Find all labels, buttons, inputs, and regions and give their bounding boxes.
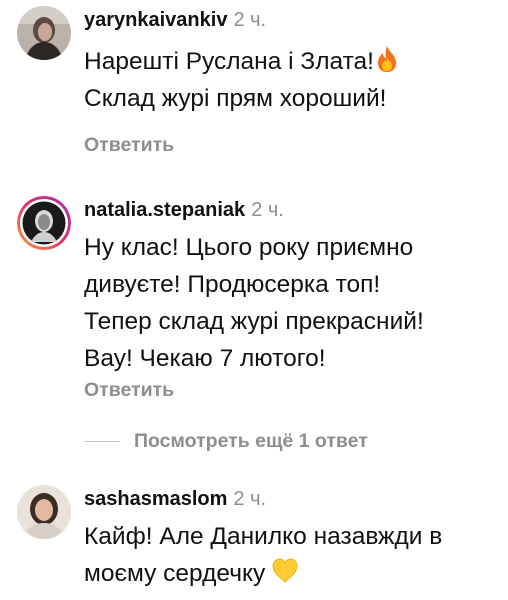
user-photo-icon: [17, 6, 71, 60]
avatar[interactable]: [17, 485, 71, 539]
view-more-replies-button[interactable]: Посмотреть ещё 1 ответ: [84, 429, 368, 453]
avatar[interactable]: [17, 196, 71, 250]
username[interactable]: natalia.stepaniak: [84, 199, 245, 221]
comment-text: Нарешті Руслана і Злата! Склад журі прям…: [84, 43, 504, 117]
timestamp: 2 ч.: [233, 488, 267, 510]
fire-icon: [374, 45, 400, 73]
yellow-heart-icon: [272, 557, 298, 585]
reply-button[interactable]: Ответить: [84, 133, 174, 157]
username[interactable]: sashasmaslom: [84, 488, 227, 510]
view-more-replies-label: Посмотреть ещё 1 ответ: [134, 429, 368, 452]
comment-line: моєму сердечку: [84, 555, 504, 592]
comment-line: Вау! Чекаю 7 лютого!: [84, 345, 326, 372]
comment-text: Ну клас! Цього року приємно дивуєте! Про…: [84, 229, 504, 377]
reply-button[interactable]: Ответить: [84, 378, 174, 402]
comment-line: Тепер склад журі прекрасний!: [84, 308, 424, 335]
divider: [84, 440, 120, 442]
comment-line: Кайф! Але Данилко назавжди в: [84, 523, 443, 550]
timestamp: 2 ч.: [251, 199, 284, 221]
username[interactable]: yarynkaivankiv: [84, 9, 227, 31]
comment-line: дивуєте! Продюсерка топ!: [84, 271, 381, 298]
user-photo-icon: [17, 485, 71, 539]
comment-line: Склад журі прям хороший!: [84, 85, 387, 112]
comment-header: sashasmaslom 2 ч.: [84, 487, 266, 511]
comment-header: natalia.stepaniak 2 ч.: [84, 198, 284, 222]
story-ring-avatar-icon: [17, 196, 71, 250]
timestamp: 2 ч.: [233, 9, 267, 31]
comment-header: yarynkaivankiv 2 ч.: [84, 8, 266, 32]
comment-line: Нарешті Руслана і Злата!: [84, 43, 504, 80]
avatar[interactable]: [17, 6, 71, 60]
comment-line: Ну клас! Цього року приємно: [84, 234, 414, 261]
comment-text: Кайф! Але Данилко назавжди в моєму серде…: [84, 518, 504, 592]
